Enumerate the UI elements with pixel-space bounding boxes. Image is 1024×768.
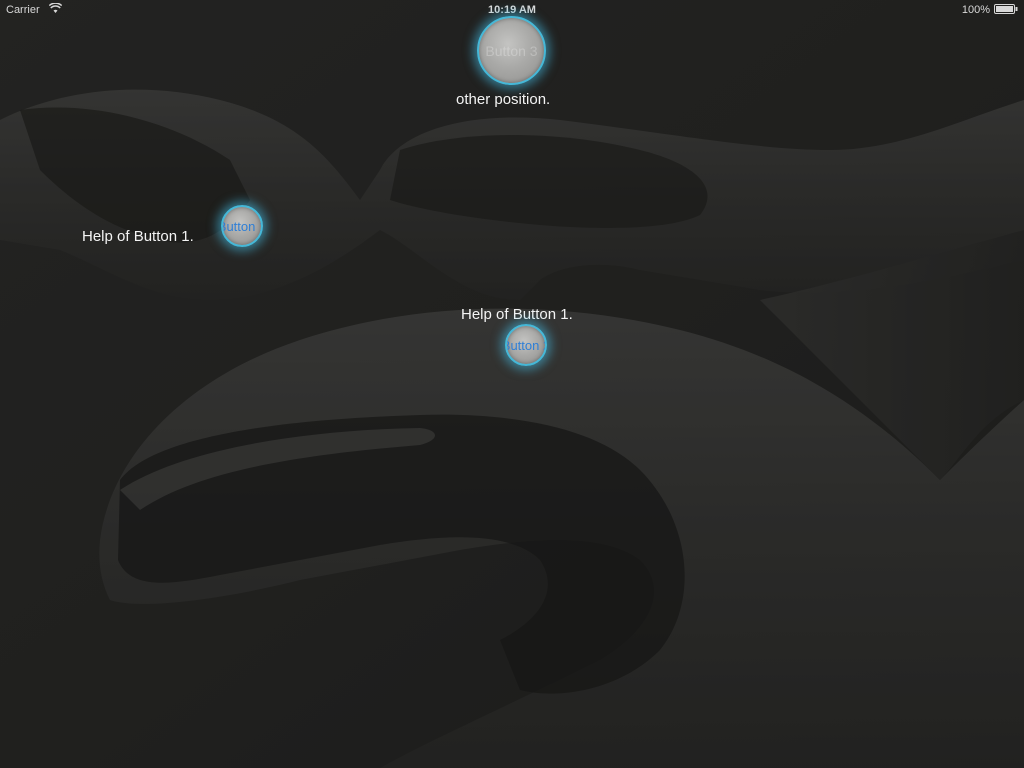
button-2-label: Button 2 — [505, 337, 545, 353]
battery-icon — [994, 4, 1018, 14]
battery-percentage: 100% — [961, 4, 990, 16]
spotlight-button-1[interactable]: Button 1 — [221, 205, 263, 247]
background-wrench-image — [0, 0, 1024, 768]
status-time: 10:19 AM — [488, 4, 536, 16]
spotlight-button-2[interactable]: Button 2 — [505, 324, 547, 366]
help-text-button-2: Help of Button 1. — [461, 306, 573, 323]
spotlight-button-3[interactable]: Button 3 — [477, 16, 546, 85]
help-text-button-1: Help of Button 1. — [82, 228, 194, 245]
help-text-button-3: other position. — [456, 91, 551, 108]
button-1-label: Button 1 — [221, 218, 261, 234]
button-3-label: Button 3 — [485, 42, 538, 59]
